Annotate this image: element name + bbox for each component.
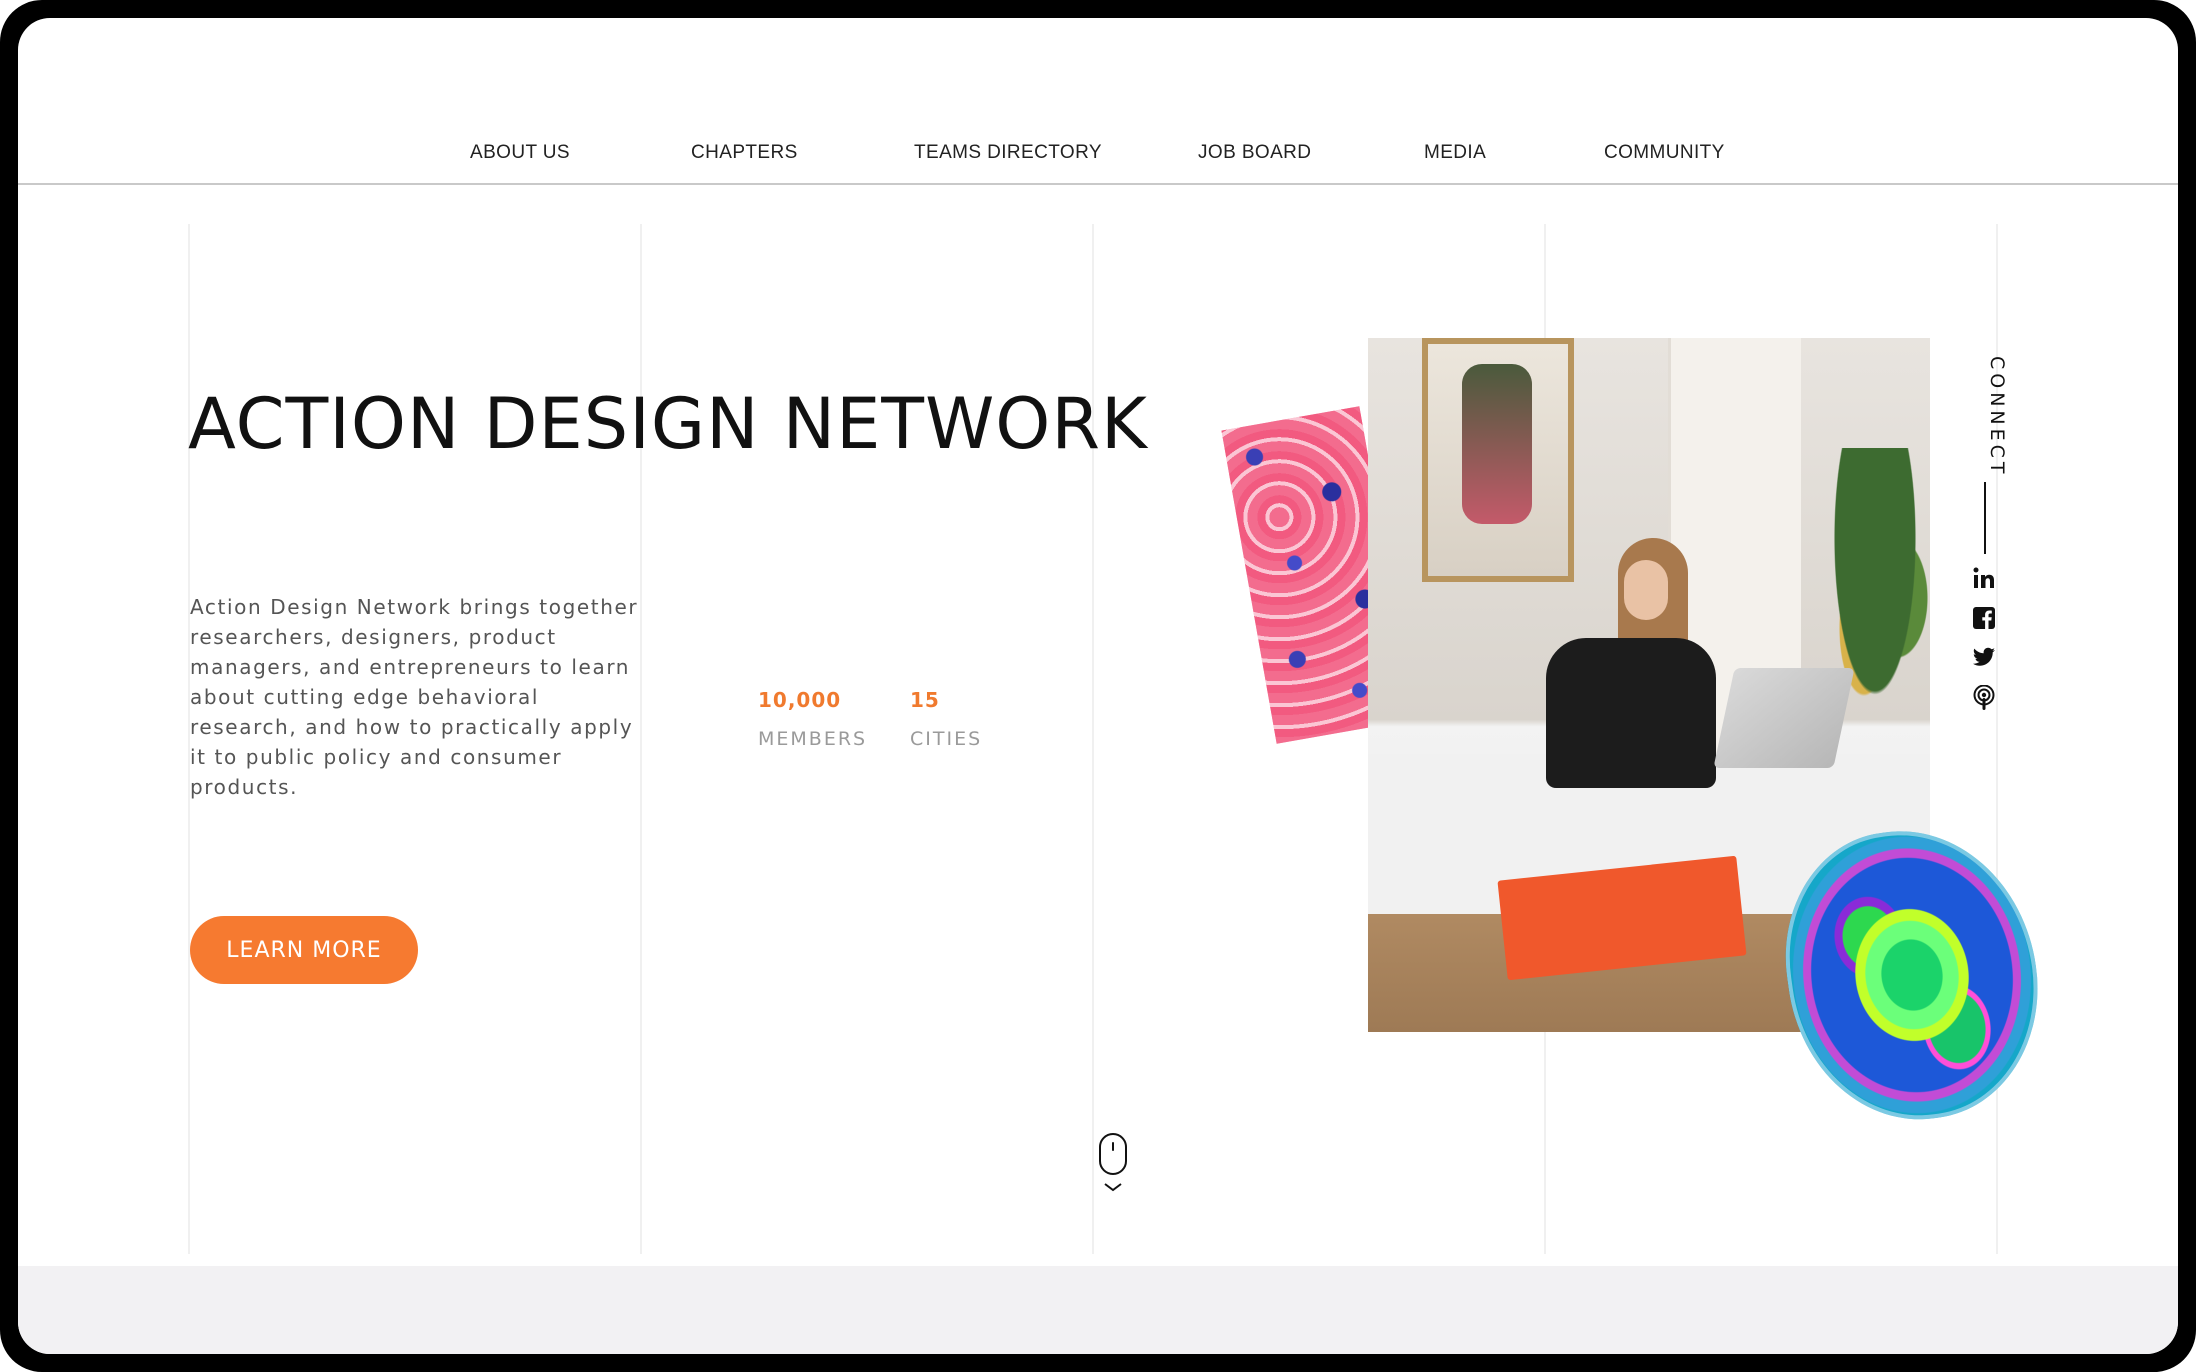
facebook-icon[interactable] (1970, 604, 1998, 632)
learn-more-button[interactable]: LEARN MORE (190, 916, 418, 984)
stat-members-value: 10,000 (758, 688, 842, 712)
photo-painting (1422, 338, 1574, 582)
stat-members-label: MEMBERS (758, 728, 868, 750)
nav-item-chapters[interactable]: CHAPTERS (691, 142, 798, 164)
podcast-icon[interactable] (1970, 684, 1998, 712)
connect-label: CONNECT (1986, 356, 2008, 478)
twitter-icon[interactable] (1970, 644, 1998, 672)
photo-person-face (1624, 560, 1668, 620)
page-title: ACTION DESIGN NETWORK (188, 382, 1148, 465)
footer-band (18, 1266, 2178, 1354)
nav-item-teams-directory[interactable]: TEAMS DIRECTORY (914, 142, 1102, 164)
hero-description: Action Design Network brings together re… (190, 595, 639, 799)
browser-viewport: ABOUT US CHAPTERS TEAMS DIRECTORY JOB BO… (18, 18, 2178, 1354)
nav-item-about-us[interactable]: ABOUT US (470, 142, 570, 164)
scroll-down-icon[interactable] (1098, 1132, 1128, 1196)
device-frame: ABOUT US CHAPTERS TEAMS DIRECTORY JOB BO… (0, 0, 2196, 1372)
grid-line (1092, 224, 1094, 1254)
linkedin-icon[interactable] (1970, 564, 1998, 592)
photo-laptop (1713, 668, 1855, 768)
nav-item-media[interactable]: MEDIA (1424, 142, 1486, 164)
connect-divider (1984, 482, 1986, 554)
stat-cities-value: 15 (910, 688, 940, 712)
nav-item-job-board[interactable]: JOB BOARD (1198, 142, 1311, 164)
photo-person-shirt (1546, 638, 1716, 788)
main-nav: ABOUT US CHAPTERS TEAMS DIRECTORY JOB BO… (18, 18, 2178, 185)
nav-item-community[interactable]: COMMUNITY (1604, 142, 1725, 164)
stat-cities-label: CITIES (910, 728, 983, 750)
